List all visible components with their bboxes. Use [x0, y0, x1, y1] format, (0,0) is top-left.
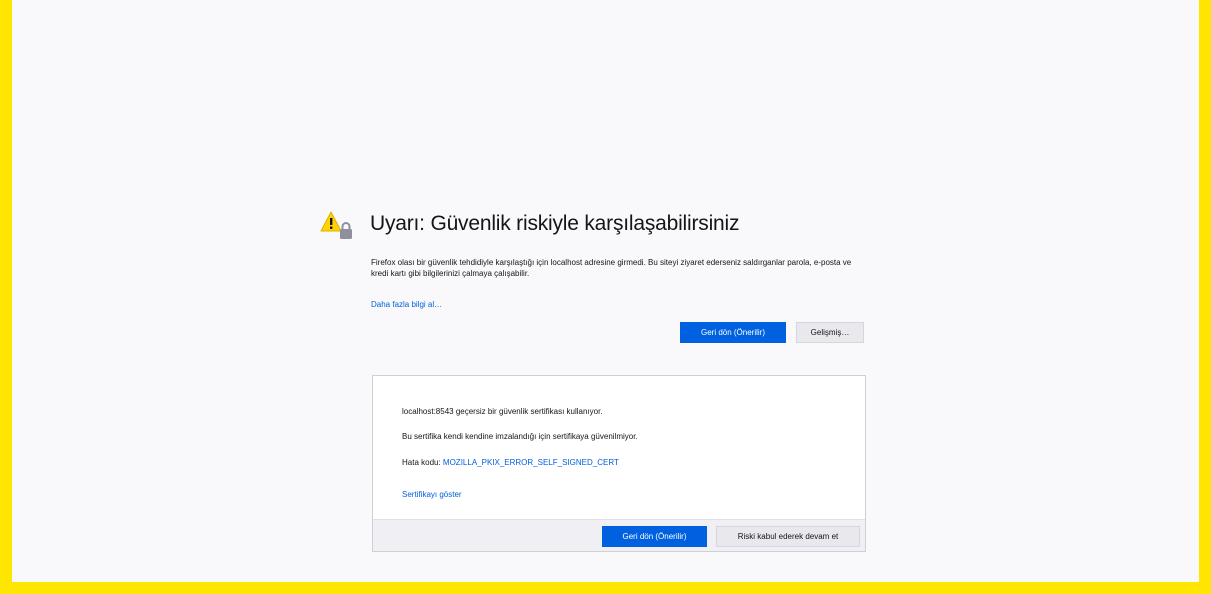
error-code-label: Hata kodu:: [402, 458, 443, 467]
advanced-button[interactable]: Gelişmiş…: [796, 322, 864, 343]
self-signed-text: Bu sertifika kendi kendine imzalandığı i…: [402, 432, 638, 441]
page-title: Uyarı: Güvenlik riskiyle karşılaşabilirs…: [370, 212, 740, 235]
error-container: Uyarı: Güvenlik riskiyle karşılaşabilirs…: [320, 205, 868, 552]
go-back-button-advanced[interactable]: Geri dön (Önerilir): [602, 526, 707, 547]
error-code-link[interactable]: MOZILLA_PKIX_ERROR_SELF_SIGNED_CERT: [443, 458, 619, 467]
go-back-button[interactable]: Geri dön (Önerilir): [680, 322, 786, 343]
page-frame: Uyarı: Güvenlik riskiyle karşılaşabilirs…: [0, 0, 1211, 594]
invalid-cert-text: localhost:8543 geçersiz bir güvenlik ser…: [402, 407, 603, 416]
advanced-panel: localhost:8543 geçersiz bir güvenlik ser…: [372, 375, 866, 552]
accept-risk-button[interactable]: Riski kabul ederek devam et: [716, 526, 860, 547]
error-description: Firefox olası bir güvenlik tehdidiyle ka…: [371, 258, 852, 278]
view-certificate-link[interactable]: Sertifikayı göster: [402, 490, 462, 499]
error-code-row: Hata kodu: MOZILLA_PKIX_ERROR_SELF_SIGNE…: [402, 458, 619, 467]
advanced-footer: Geri dön (Önerilir) Riski kabul ederek d…: [373, 519, 865, 551]
title-row: Uyarı: Güvenlik riskiyle karşılaşabilirs…: [320, 205, 868, 241]
learn-more-link[interactable]: Daha fazla bilgi al…: [371, 300, 442, 309]
warning-lock-icon: [320, 211, 352, 239]
